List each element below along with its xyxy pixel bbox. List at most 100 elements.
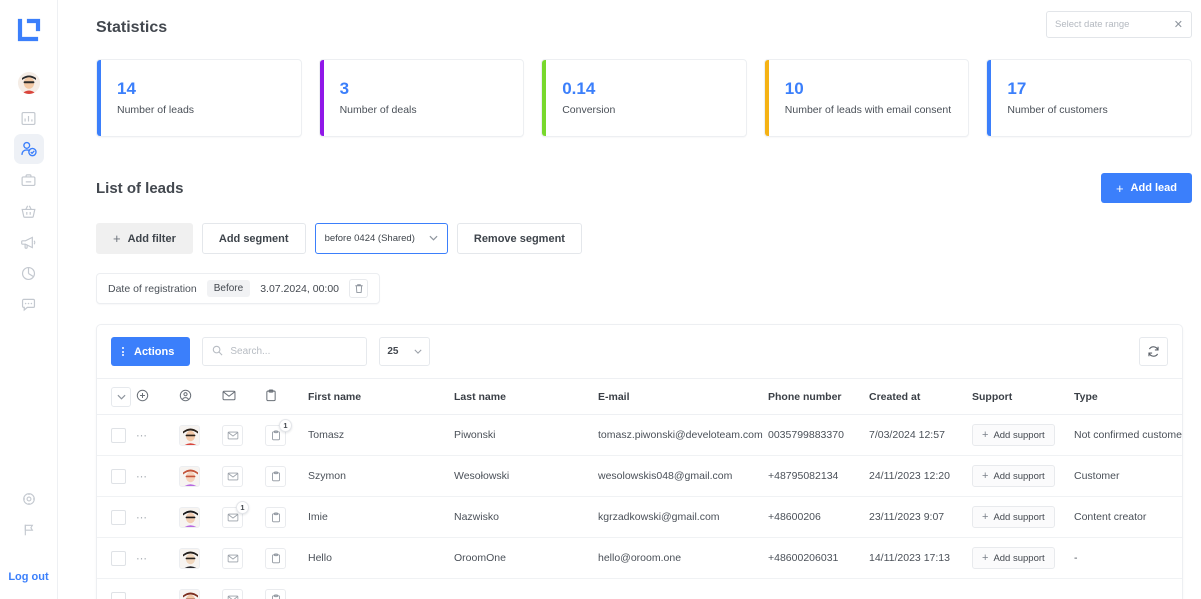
dots-horizontal-icon[interactable]: ⋯ (136, 553, 148, 565)
cell-email: kgrzadkowski@gmail.com (598, 497, 768, 538)
add-support-button[interactable]: +Add support (972, 547, 1055, 569)
column-support[interactable]: Support (972, 379, 1074, 415)
notes-button[interactable]: 1 (265, 425, 286, 446)
row-mail-cell (222, 579, 265, 599)
sidebar-item-settings[interactable] (14, 484, 44, 514)
refresh-icon (1147, 345, 1160, 358)
add-segment-button[interactable]: Add segment (202, 223, 306, 254)
row-note-cell: 1 (265, 415, 308, 456)
remove-segment-button[interactable]: Remove segment (457, 223, 582, 254)
row-checkbox[interactable] (111, 469, 126, 484)
table-row[interactable]: ⋯ (97, 579, 1183, 599)
table-row[interactable]: ⋯HelloOroomOnehello@oroom.one+4860020603… (97, 538, 1183, 579)
cell-first-name: Szymon (308, 456, 454, 497)
sidebar-item-profile[interactable] (18, 72, 40, 94)
dots-horizontal-icon[interactable]: ⋯ (136, 430, 148, 442)
page-size-select[interactable]: 25 (379, 337, 430, 366)
actions-button[interactable]: Actions (111, 337, 190, 366)
column-select (97, 379, 136, 415)
send-email-button[interactable]: 1 (222, 507, 243, 528)
sidebar-item-orders[interactable] (14, 196, 44, 226)
cell-type: - (1074, 538, 1183, 579)
column-last-name[interactable]: Last name (454, 379, 598, 415)
notes-button[interactable] (265, 548, 286, 569)
send-email-button[interactable] (222, 589, 243, 599)
search-box[interactable] (202, 337, 367, 366)
column-type[interactable]: Type (1074, 379, 1183, 415)
table-row[interactable]: ⋯SzymonWesołowskiwesolowskis048@gmail.co… (97, 456, 1183, 497)
filter-chip-operator[interactable]: Before (207, 280, 250, 297)
date-range-picker[interactable]: Select date range ✕ (1046, 11, 1192, 38)
actions-label: Actions (134, 346, 174, 358)
row-checkbox[interactable] (111, 551, 126, 566)
sidebar-item-leads[interactable] (14, 134, 44, 164)
send-email-button[interactable] (222, 466, 243, 487)
refresh-button[interactable] (1139, 337, 1168, 366)
column-phone-number[interactable]: Phone number (768, 379, 869, 415)
dots-horizontal-icon[interactable]: ⋯ (136, 471, 148, 483)
avatar[interactable] (179, 548, 200, 569)
row-select-cell (97, 415, 136, 456)
add-support-button[interactable]: +Add support (972, 465, 1055, 487)
table-row[interactable]: ⋯1ImieNazwiskokgrzadkowski@gmail.com+486… (97, 497, 1183, 538)
user-circle-icon[interactable] (179, 393, 192, 405)
sidebar-item-chat[interactable] (14, 289, 44, 319)
column-created-at[interactable]: Created at (869, 379, 972, 415)
row-checkbox[interactable] (111, 510, 126, 525)
sidebar-item-reports[interactable] (14, 258, 44, 288)
avatar[interactable] (179, 589, 200, 599)
stat-card: 10 Number of leads with email consent (764, 59, 970, 137)
segment-select[interactable]: before 0424 (Shared) (315, 223, 448, 254)
add-filter-button[interactable]: + Add filter (96, 223, 193, 254)
clipboard-icon[interactable] (265, 393, 277, 405)
table-row[interactable]: ⋯1TomaszPiwonskitomasz.piwonski@develote… (97, 415, 1183, 456)
date-range-text: Select date range (1055, 19, 1129, 30)
add-filter-label: Add filter (128, 233, 176, 245)
sidebar-item-flag[interactable] (14, 515, 44, 545)
avatar[interactable] (179, 507, 200, 528)
cell-phone-number: +48600206031 (768, 538, 869, 579)
notes-button[interactable] (265, 507, 286, 528)
dots-horizontal-icon[interactable]: ⋯ (136, 594, 148, 599)
trash-icon[interactable] (349, 279, 368, 298)
dots-horizontal-icon[interactable]: ⋯ (136, 512, 148, 524)
column-email[interactable]: E-mail (598, 379, 768, 415)
envelope-icon[interactable] (222, 392, 236, 404)
cell-email: hello@oroom.one (598, 538, 768, 579)
column-first-name[interactable]: First name (308, 379, 454, 415)
close-icon[interactable]: ✕ (1174, 18, 1183, 31)
notes-button[interactable] (265, 466, 286, 487)
cell-last-name: Piwonski (454, 415, 598, 456)
add-support-button[interactable]: +Add support (972, 424, 1055, 446)
row-mail-cell (222, 415, 265, 456)
filter-chip-value[interactable]: 3.07.2024, 00:00 (260, 283, 339, 295)
stat-card: 17 Number of customers (986, 59, 1192, 137)
notes-button[interactable] (265, 589, 286, 599)
logout-link[interactable]: Log out (8, 571, 48, 583)
search-input[interactable] (230, 346, 357, 357)
row-checkbox[interactable] (111, 428, 126, 443)
chevron-down-icon (414, 346, 422, 357)
add-support-button[interactable]: +Add support (972, 506, 1055, 528)
cell-first-name: Hello (308, 538, 454, 579)
cell-type: Customer (1074, 456, 1183, 497)
leadspace-logo[interactable] (12, 14, 46, 48)
plus-circle-icon[interactable] (136, 393, 149, 405)
cell-created-at (869, 579, 972, 599)
segment-select-value: before 0424 (Shared) (325, 233, 415, 244)
send-email-button[interactable] (222, 548, 243, 569)
row-checkbox[interactable] (111, 592, 126, 599)
cell-first-name: Tomasz (308, 415, 454, 456)
row-avatar-cell (179, 456, 222, 497)
sidebar-item-campaigns[interactable] (14, 227, 44, 257)
send-email-button[interactable] (222, 425, 243, 446)
sidebar-item-statistics[interactable] (14, 103, 44, 133)
gear-icon (21, 491, 37, 507)
select-all-dropdown[interactable] (111, 387, 131, 407)
sidebar-item-deals[interactable] (14, 165, 44, 195)
cell-type (1074, 579, 1183, 599)
avatar[interactable] (179, 466, 200, 487)
avatar[interactable] (179, 425, 200, 446)
column-mail (222, 379, 265, 415)
add-lead-button[interactable]: + Add lead (1101, 173, 1192, 203)
